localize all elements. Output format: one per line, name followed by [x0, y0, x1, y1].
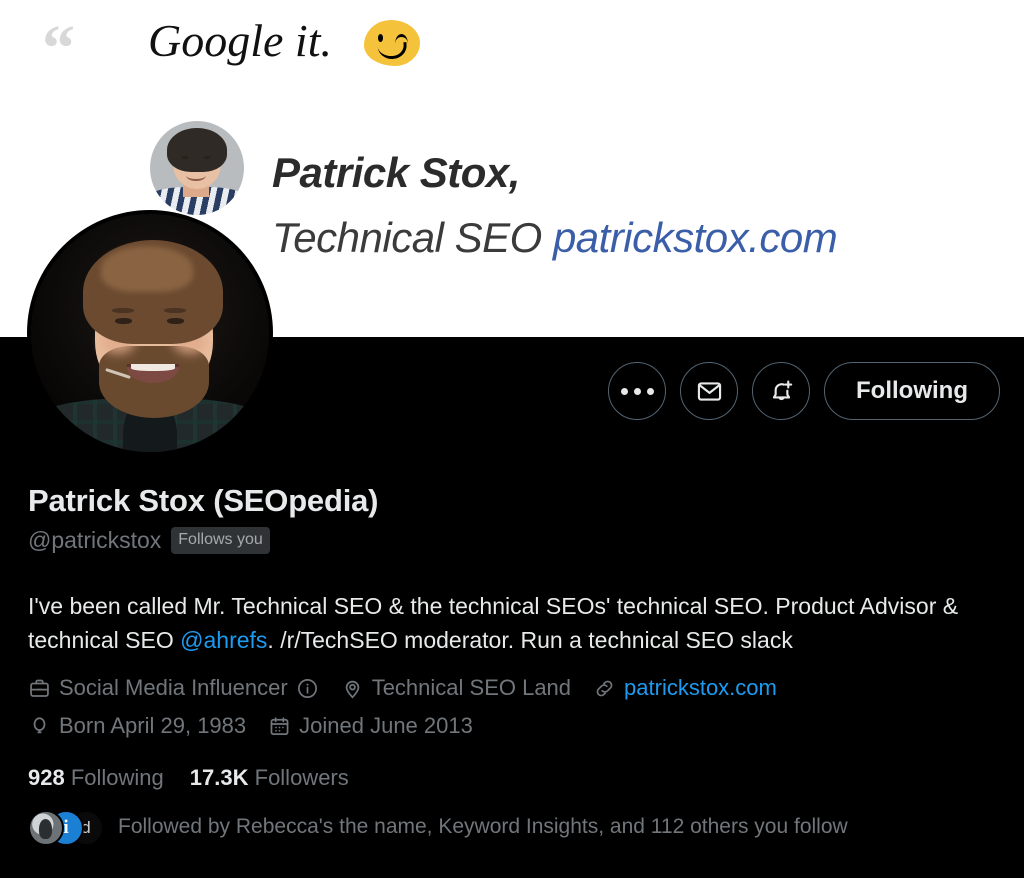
follows-you-badge: Follows you	[171, 526, 270, 554]
banner-website-text: patrickstox.com	[552, 214, 838, 261]
professional-category-item: Social Media Influencer	[28, 672, 319, 704]
following-label: Following	[70, 765, 164, 790]
info-circle-icon[interactable]	[296, 677, 319, 700]
winking-face-emoji	[364, 20, 420, 66]
followers-label: Followers	[254, 765, 349, 790]
banner-role-text: Technical SEO	[272, 214, 542, 261]
calendar-icon	[268, 715, 291, 738]
more-options-button[interactable]	[608, 362, 666, 420]
profile-stats: 928 Following 17.3K Followers	[28, 763, 349, 793]
profile-handle: @patrickstox	[28, 527, 162, 553]
website-item[interactable]: patrickstox.com	[593, 672, 777, 704]
link-chain-icon	[593, 677, 616, 700]
bio-mention-ahrefs[interactable]: @ahrefs	[180, 627, 267, 653]
followers-count: 17.3K	[189, 765, 249, 790]
facepile-avatar-1	[28, 810, 64, 846]
profile-actions: Following	[608, 362, 1000, 420]
location-pin-icon	[341, 677, 364, 700]
birthday-item: Born April 29, 1983	[28, 710, 246, 742]
location-item: Technical SEO Land	[341, 672, 571, 704]
profile-identity: Patrick Stox (SEOpedia) @patrickstox Fol…	[28, 482, 1008, 554]
following-button[interactable]: Following	[824, 362, 1000, 420]
followed-by-text[interactable]: Followed by Rebecca's the name, Keyword …	[118, 813, 848, 841]
professional-category-text: Social Media Influencer	[59, 675, 288, 700]
profile-bio: I've been called Mr. Technical SEO & the…	[28, 589, 1000, 657]
envelope-icon	[696, 378, 723, 405]
birthday-text: Born April 29, 1983	[59, 713, 247, 738]
banner-subtitle: Technical SEO patrickstox.com	[272, 214, 838, 262]
following-count-link[interactable]: 928 Following	[28, 763, 164, 793]
profile-page: “ Google it. Patrick Stox, Technical SEO…	[0, 0, 1024, 878]
banner-quote-text: Google it.	[148, 15, 332, 66]
page-title: Patrick Stox (SEOpedia)	[28, 483, 379, 518]
bio-text-part2: . /r/TechSEO moderator. Run a technical …	[267, 627, 793, 653]
briefcase-icon	[28, 677, 51, 700]
location-text: Technical SEO Land	[371, 675, 572, 700]
bell-plus-icon	[768, 378, 795, 405]
joined-text: Joined June 2013	[299, 713, 473, 738]
balloon-icon	[28, 715, 51, 738]
more-horizontal-icon	[620, 387, 654, 395]
facepile-avatars: i d	[28, 806, 104, 848]
joined-item: Joined June 2013	[268, 710, 473, 742]
profile-metadata: Social Media Influencer Technical SEO La…	[28, 672, 1000, 742]
website-link[interactable]: patrickstox.com	[624, 672, 777, 704]
metadata-row-2: Born April 29, 1983 Joined June 2013	[28, 710, 1000, 742]
banner-headshot-image	[150, 121, 244, 215]
metadata-row-1: Social Media Influencer Technical SEO La…	[28, 672, 1000, 704]
social-proof[interactable]: i d Followed by Rebecca's the name, Keyw…	[28, 806, 848, 848]
quote-mark-icon: “	[42, 12, 76, 85]
banner-name-text: Patrick Stox,	[272, 149, 520, 196]
avatar[interactable]	[31, 214, 269, 452]
notifications-button[interactable]	[752, 362, 810, 420]
followers-count-link[interactable]: 17.3K Followers	[190, 763, 349, 793]
handle-row: @patrickstox Follows you	[28, 526, 1008, 554]
following-count: 928	[28, 765, 65, 790]
message-button[interactable]	[680, 362, 738, 420]
